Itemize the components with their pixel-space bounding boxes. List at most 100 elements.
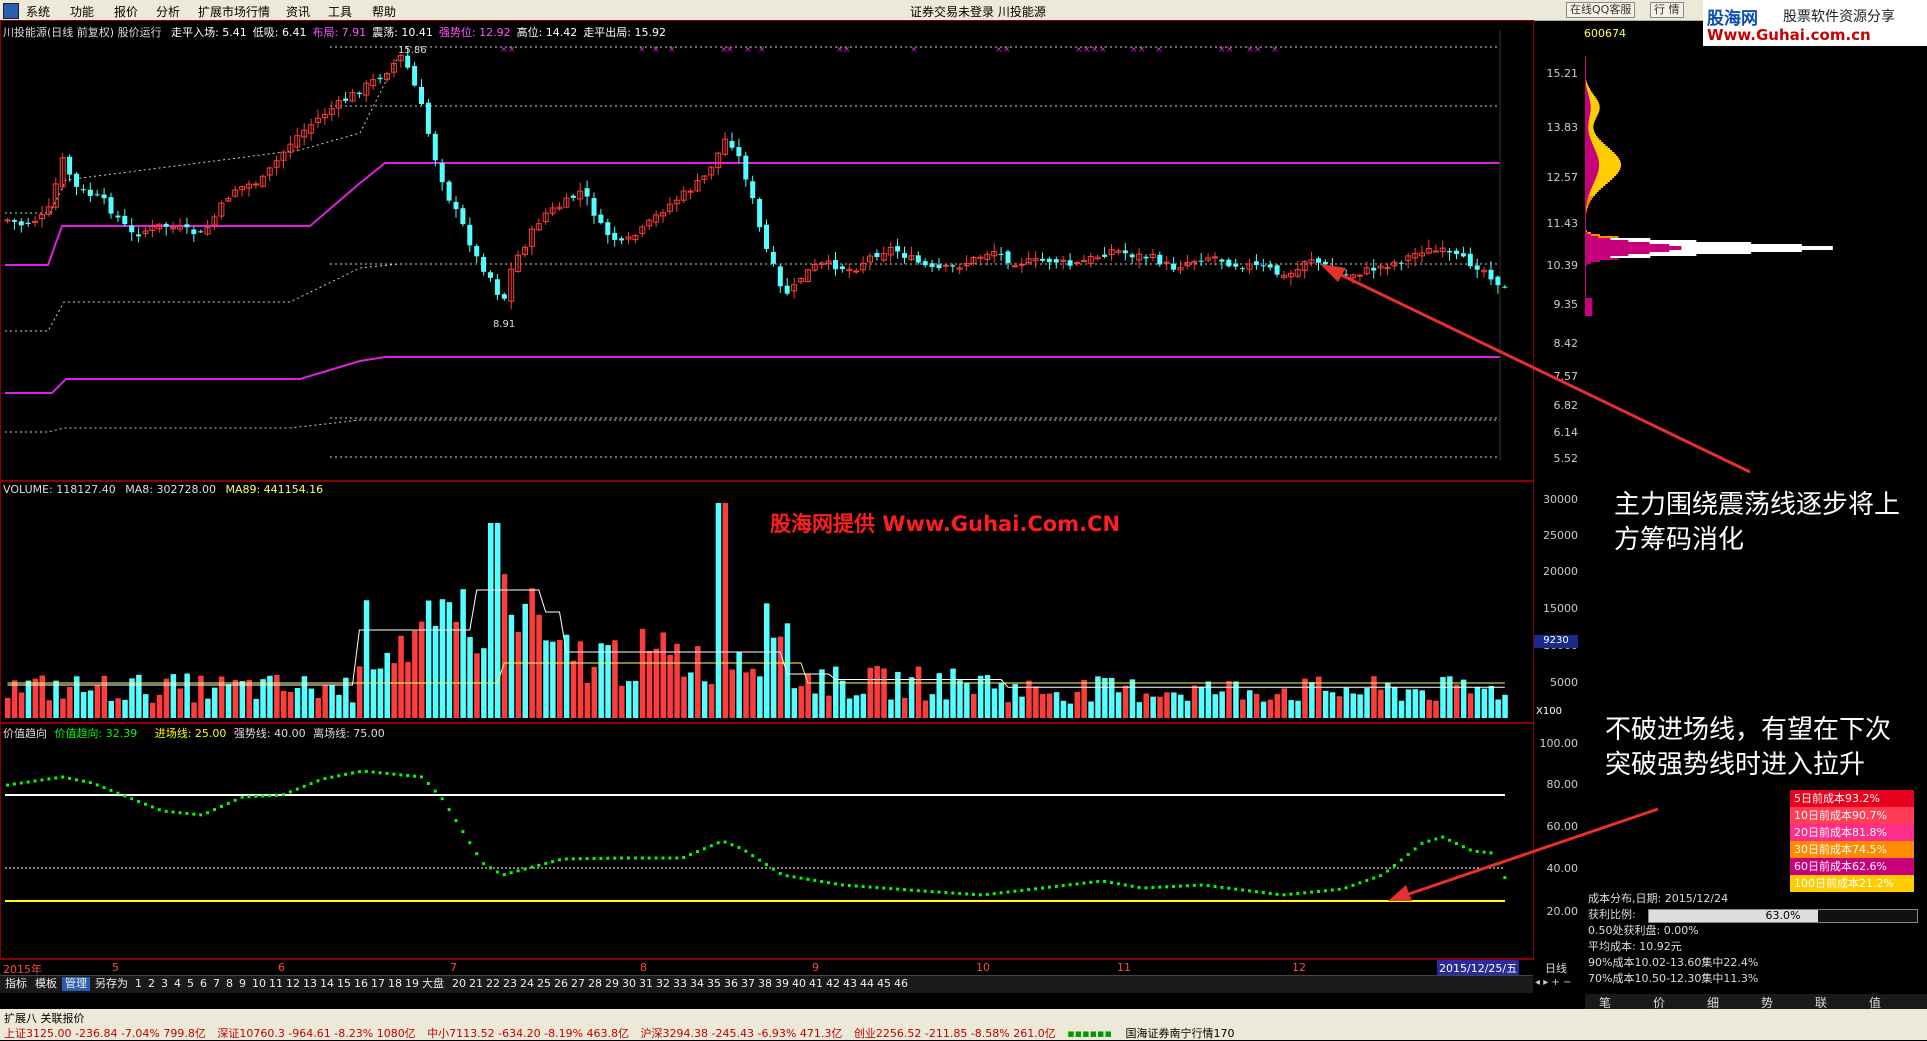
indicator-dot [357,770,361,774]
time-month-12: 12 [1292,961,1306,974]
chip-row-old [1585,174,1598,176]
indicator-dot [1310,890,1314,894]
menu-tools[interactable]: 工具 [328,3,352,20]
volume-bar [67,686,73,718]
indicator-dot [95,783,99,787]
status-row1[interactable]: 扩展八 关联报价 [4,1010,85,1026]
menu-help[interactable]: 帮助 [372,3,396,20]
menu-function[interactable]: 功能 [70,3,94,20]
annotation-arrow-upper [1320,264,1751,474]
indicator-dot [778,872,782,876]
volume-bar [1067,703,1074,718]
indicator-dot [840,883,844,887]
volume-bar [1012,684,1018,718]
chip-row-old [1585,140,1592,142]
volume-bar [1364,688,1370,718]
indicator-dot [247,795,251,799]
quote-button[interactable]: 行 情 [1650,2,1684,18]
period-label[interactable]: 日线 [1545,960,1567,976]
indicator-dot [461,830,465,834]
indicator-dot [654,856,658,860]
price-axis-tick: 11.43 [1546,217,1579,230]
volume-bar [18,692,25,718]
menu-news[interactable]: 资讯 [286,3,310,20]
tab-indicator[interactable]: 指标 [2,977,30,991]
volume-bar [1481,688,1488,718]
candle-body [777,266,783,287]
chip-row-old [1585,128,1589,130]
annotation-arrow-lower [1388,807,1659,901]
price-axis-tick: 13.83 [1546,121,1579,134]
volume-bar [764,603,770,718]
volume-bar [1143,693,1149,718]
indicator-dot [1268,891,1272,895]
volume-bar [1274,694,1281,718]
volume-bar [674,643,680,718]
zoom-controls[interactable]: ◂ ▸ + − [1535,977,1585,989]
candle-body [1253,261,1259,266]
chip-row-old [1585,240,1629,242]
tab-indicator-9[interactable]: 9 [236,977,249,991]
indicator-dot [323,777,327,781]
index-hs[interactable]: 沪深3294.38 -245.43 -6.93% 471.3亿 [641,1027,843,1040]
tab-indicator-7[interactable]: 7 [210,977,223,991]
candle-body [612,232,618,240]
chip-row-old [1585,154,1598,156]
candle-body [11,219,17,222]
volume-bar [550,641,556,718]
volume-bar [1357,694,1363,718]
menu-system[interactable]: 系统 [26,3,50,20]
indicator-dot [1365,878,1369,882]
index-gem[interactable]: 创业2256.52 -211.85 -8.58% 261.0亿 [854,1027,1056,1040]
indicator-dot [1130,884,1134,888]
volume-bar [563,634,570,718]
indicator-dot [896,887,900,891]
tab-indicator-8[interactable]: 8 [223,977,236,991]
candle-body [619,238,625,241]
indicator-dot [1337,887,1341,891]
tab-indicator-2[interactable]: 2 [145,977,158,991]
tab-indicator-6[interactable]: 6 [197,977,210,991]
chip-row-old [1585,116,1590,118]
menu-quote[interactable]: 报价 [114,3,138,20]
tab-indicator-46[interactable]: 46 [891,977,911,991]
index-shenzhen[interactable]: 深证10760.3 -964.61 -8.23% 1080亿 [217,1027,415,1040]
candle-body [25,222,31,224]
tab-template[interactable]: 模板 [32,977,60,991]
chip-row-old [1585,100,1591,102]
indicator-dot [1254,890,1258,894]
volume-bar [453,621,459,718]
candle-body [598,214,604,223]
volume-bar [888,699,894,718]
indicator-dot [1220,885,1224,889]
indicator-dot [882,886,886,890]
price-axis-tick: 12.57 [1546,171,1579,184]
volume-bar [474,653,480,718]
tab-indicator-1[interactable]: 1 [132,977,145,991]
tab-manage[interactable]: 管理 [62,977,90,991]
volume-bar [405,661,411,718]
indicator-dot [1206,884,1210,888]
menu-ext-market[interactable]: 扩展市场行情 [198,3,270,20]
tab-indicator-3[interactable]: 3 [158,977,171,991]
indicator-dot [288,790,292,794]
volume-axis-tick: 15000 [1543,602,1578,615]
chip-row-old [1585,168,1599,170]
indicator-dot [364,769,368,773]
tab-indicator-4[interactable]: 4 [171,977,184,991]
candle-body [474,245,480,257]
indicator-dot [689,853,693,857]
menu-analysis[interactable]: 分析 [156,3,180,20]
index-smb[interactable]: 中小7113.52 -634.20 -8.19% 463.8亿 [427,1027,629,1040]
indicator-dot [709,844,713,848]
candle-body [950,265,956,267]
candle-body [784,285,790,294]
qq-service-button[interactable]: 在线QQ客服 [1566,2,1636,18]
indicator-dot [213,808,216,812]
tab-indicator-5[interactable]: 5 [184,977,197,991]
chip-row-old [1585,238,1611,240]
index-shanghai[interactable]: 上证3125.00 -236.84 -7.04% 799.8亿 [4,1027,206,1040]
tab-save-as[interactable]: 另存为 [92,977,131,991]
indicator-dot [1179,884,1182,888]
tab-indicator-大盘[interactable]: 大盘 [419,977,447,991]
